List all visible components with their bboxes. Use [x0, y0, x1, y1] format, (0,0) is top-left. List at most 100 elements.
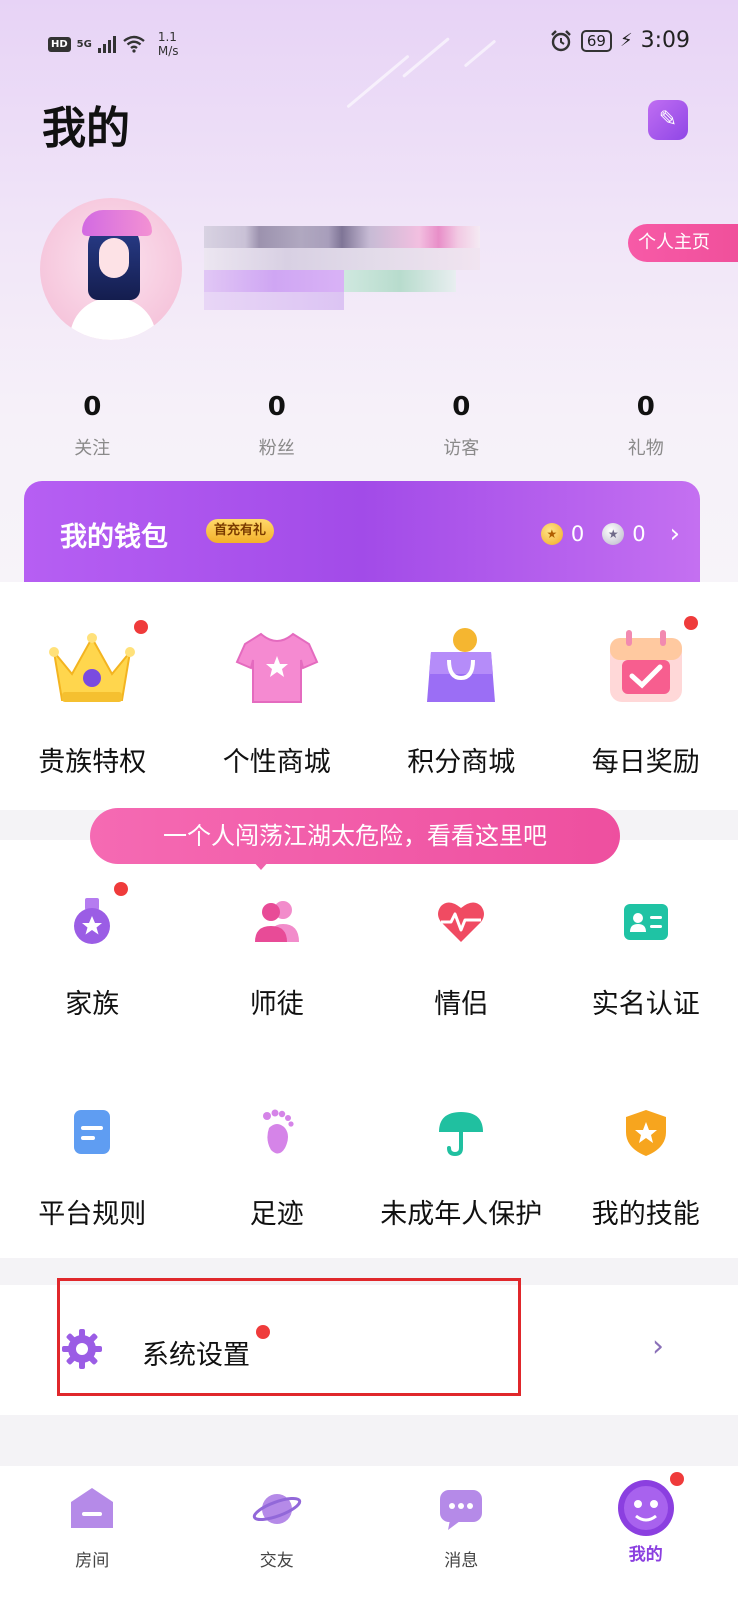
planet-icon: [252, 1484, 302, 1534]
entry-label: 情侣: [434, 989, 489, 1020]
feature-style-mall[interactable]: 个性商城: [185, 622, 370, 779]
entry-footprint[interactable]: 足迹: [185, 1106, 370, 1231]
room-icon: [67, 1484, 117, 1534]
speed-unit: M/s: [157, 44, 179, 58]
footprint-icon: [251, 1106, 303, 1158]
tab-room[interactable]: 房间: [0, 1466, 185, 1600]
entry-couple[interactable]: 情侣: [369, 896, 554, 1021]
avatar-hat: [82, 210, 152, 236]
silver-coin-icon: ★: [602, 523, 625, 545]
entry-minor-protection[interactable]: 未成年人保护: [369, 1106, 554, 1231]
entry-my-skills[interactable]: 我的技能: [554, 1106, 738, 1231]
entry-label: 师徒: [249, 989, 304, 1020]
hd-indicator: HD: [48, 36, 71, 52]
social-grid: 家族 师徒 情侣 实名认证: [0, 882, 738, 1021]
entry-family[interactable]: 家族: [0, 882, 185, 1021]
entry-label: 平台规则: [38, 1199, 147, 1230]
stat-label: 关注: [74, 438, 111, 459]
gold-coin-count: 0: [570, 522, 585, 546]
id-card-icon: [620, 896, 672, 948]
shield-star-icon: [620, 1106, 672, 1158]
notification-dot: [669, 1472, 684, 1486]
blurred-user-info: [204, 226, 480, 314]
silver-coin-count: 0: [632, 522, 646, 546]
pencil-icon: ✎: [658, 107, 678, 132]
network-speed: 1.1 M/s: [158, 30, 179, 58]
services-grid: 平台规则 足迹 未成年人保护 我的技能: [0, 1106, 738, 1231]
entry-label: 实名认证: [591, 989, 700, 1020]
notification-dot: [683, 616, 698, 630]
stat-value: 0: [83, 392, 102, 422]
feature-label: 个性商城: [222, 747, 331, 778]
profile-icon: [616, 1472, 684, 1538]
features-grid: 贵族特权 个性商城 积分商城 每日奖励: [0, 616, 738, 779]
entry-label: 未成年人保护: [380, 1199, 543, 1230]
alarm-icon: [551, 29, 571, 51]
stat-label: 粉丝: [258, 438, 295, 459]
stat-label: 礼物: [627, 438, 664, 459]
charging-icon: ⚡: [619, 30, 633, 51]
highlight-box: [57, 1278, 521, 1396]
first-recharge-badge: 首充有礼: [206, 519, 275, 543]
signal-icon: [97, 35, 116, 53]
feature-label: 贵族特权: [38, 747, 147, 778]
tab-friends[interactable]: 交友: [185, 1466, 370, 1600]
entry-label: 我的技能: [591, 1199, 700, 1230]
stat-fans[interactable]: 0 粉丝: [185, 392, 370, 460]
entry-real-name-verification[interactable]: 实名认证: [554, 896, 738, 1021]
stat-label: 访客: [443, 438, 480, 459]
status-right: 69 ⚡ 3:09: [549, 28, 690, 53]
avatar[interactable]: [40, 198, 182, 340]
clock-time: 3:09: [640, 28, 690, 53]
wallet-banner[interactable]: 我的钱包 首充有礼 ★ 0 ★ 0 ›: [24, 481, 700, 585]
stat-gifts[interactable]: 0 礼物: [554, 392, 738, 460]
bottom-tab-bar: 房间 交友 消息 我的: [0, 1466, 738, 1600]
people-icon: [251, 896, 303, 948]
calendar-check-icon: [600, 616, 698, 714]
feature-label: 积分商城: [407, 747, 516, 778]
tab-label: 消息: [444, 1551, 479, 1571]
entry-label: 家族: [65, 989, 120, 1020]
avatar-face: [99, 238, 129, 278]
stat-visitors[interactable]: 0 访客: [369, 392, 554, 460]
stats-row: 0 关注 0 粉丝 0 访客 0 礼物: [0, 392, 738, 460]
stat-following[interactable]: 0 关注: [0, 392, 185, 460]
tab-messages[interactable]: 消息: [369, 1466, 554, 1600]
tooltip-pointer: [252, 860, 270, 870]
tab-label: 我的: [628, 1545, 663, 1565]
wifi-icon: [123, 35, 145, 53]
entry-mentorship[interactable]: 师徒: [185, 896, 370, 1021]
crown-icon: [46, 620, 149, 714]
feature-label: 每日奖励: [591, 747, 700, 778]
tab-mine[interactable]: 我的: [554, 1466, 738, 1600]
page-title: 我的: [42, 103, 130, 154]
document-icon: [66, 1106, 118, 1158]
tab-label: 房间: [75, 1551, 110, 1571]
notification-dot: [134, 620, 149, 634]
battery-indicator: 69: [580, 29, 612, 52]
status-left: HD 5G 1.1 M/s: [48, 30, 179, 58]
tshirt-icon: [231, 622, 323, 714]
speed-value: 1.1: [157, 30, 177, 44]
personal-homepage-button[interactable]: 个人主页: [628, 224, 738, 262]
message-icon: [436, 1484, 486, 1534]
stat-value: 0: [636, 392, 655, 422]
chevron-right-icon: ›: [669, 519, 680, 549]
feature-noble-privilege[interactable]: 贵族特权: [0, 620, 185, 779]
heartbeat-icon: [435, 896, 487, 948]
stat-value: 0: [452, 392, 471, 422]
wallet-title: 我的钱包: [60, 522, 168, 553]
feature-daily-reward[interactable]: 每日奖励: [554, 616, 738, 779]
feature-points-mall[interactable]: 积分商城: [369, 622, 554, 779]
tab-label: 交友: [259, 1551, 294, 1571]
chevron-right-icon: ›: [652, 1329, 664, 1364]
edit-profile-button[interactable]: ✎: [648, 100, 688, 140]
entry-label: 足迹: [249, 1199, 304, 1230]
entry-platform-rules[interactable]: 平台规则: [0, 1106, 185, 1231]
wallet-balances: ★ 0 ★ 0 ›: [540, 519, 680, 549]
medal-icon: [66, 882, 129, 948]
stat-value: 0: [267, 392, 286, 422]
network-type: 5G: [76, 38, 92, 50]
status-bar: HD 5G 1.1 M/s 69 ⚡ 3:09: [0, 0, 738, 80]
umbrella-icon: [435, 1106, 487, 1158]
